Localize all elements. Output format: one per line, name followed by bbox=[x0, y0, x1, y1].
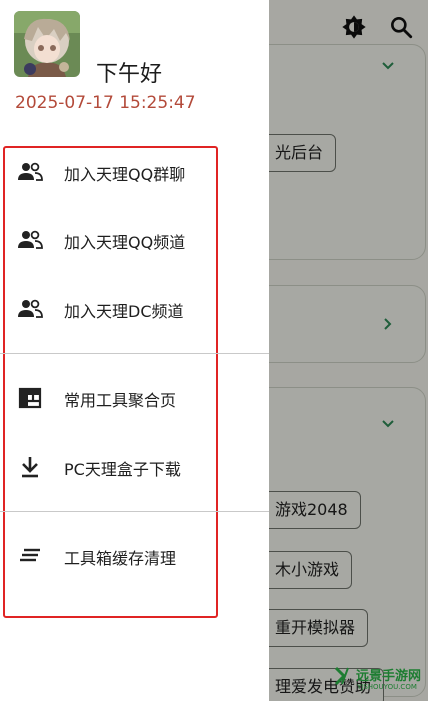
menu-item-label: 工具箱缓存清理 bbox=[64, 549, 177, 568]
menu-divider bbox=[0, 353, 269, 354]
dashboard-icon bbox=[18, 387, 42, 409]
menu-divider bbox=[0, 511, 269, 512]
menu-item-join-qq-group[interactable]: 加入天理QQ群聊 bbox=[0, 142, 269, 202]
download-icon bbox=[22, 457, 38, 478]
menu-item-pc-download[interactable]: PC天理盒子下载 bbox=[0, 437, 269, 497]
menu-item-join-dc-channel[interactable]: 加入天理DC频道 bbox=[0, 279, 269, 339]
menu-item-label: 加入天理QQ频道 bbox=[64, 233, 186, 252]
menu-item-label: 加入天理DC频道 bbox=[64, 302, 184, 321]
menu-item-label: PC天理盒子下载 bbox=[64, 460, 181, 479]
menu-item-label: 常用工具聚合页 bbox=[64, 391, 177, 410]
menu-item-tools-page[interactable]: 常用工具聚合页 bbox=[0, 368, 269, 428]
menu-item-label: 加入天理QQ群聊 bbox=[64, 165, 186, 184]
sort-lines-icon bbox=[20, 548, 40, 562]
menu-item-join-qq-channel[interactable]: 加入天理QQ频道 bbox=[0, 210, 269, 270]
people-icon bbox=[18, 230, 43, 249]
datetime-text: 2025-07-17 15:25:47 bbox=[15, 93, 196, 113]
greeting-text: 下午好 bbox=[96, 62, 163, 87]
people-icon bbox=[18, 162, 43, 181]
menu-item-clear-cache[interactable]: 工具箱缓存清理 bbox=[0, 526, 269, 586]
people-icon bbox=[18, 299, 43, 318]
navigation-drawer: 下午好 2025-07-17 15:25:47 加入天理QQ群聊 加入天理QQ频… bbox=[0, 0, 269, 701]
avatar[interactable] bbox=[14, 11, 80, 77]
